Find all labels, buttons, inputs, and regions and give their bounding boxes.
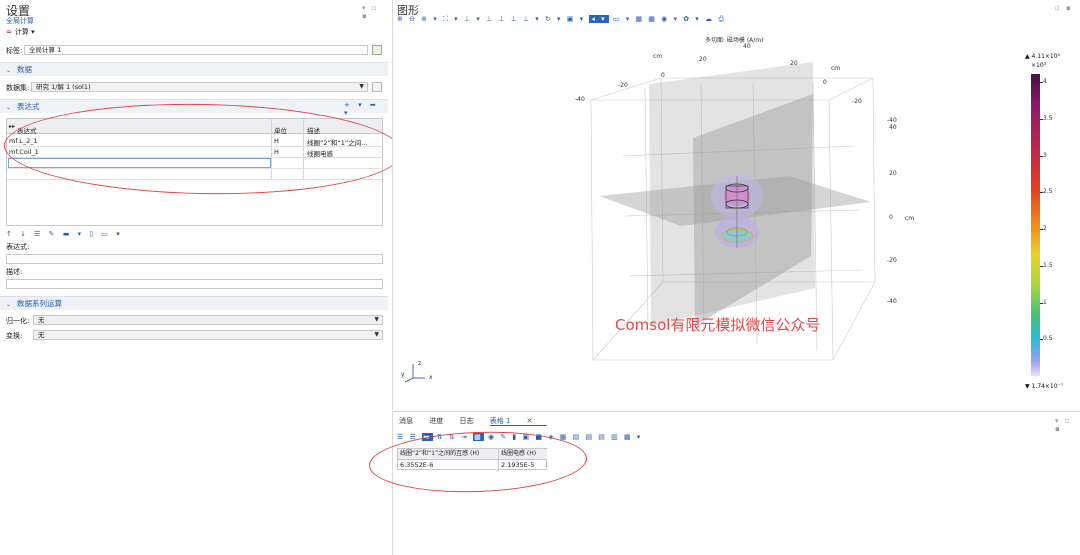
coil-field-visualization <box>711 174 763 248</box>
section-expressions-label: 表达式 <box>17 102 40 111</box>
y-tick: 20 <box>790 60 798 67</box>
colorbar-tick-mark <box>1040 302 1043 304</box>
colorbar-tick-mark <box>1040 339 1043 341</box>
colorbar-tick-label: 1 <box>1043 298 1047 306</box>
y-tick: -20 <box>852 98 862 105</box>
graphics-toolbar[interactable]: ⊕ ⊖ ⊕ ▾ ⛶ ▾ ⊥ ▾ ⊥ ⊥ ⊥ ⊥ ▾ ↻ ▾ ▣ ▾ ◂ ▾ ▭ … <box>397 15 726 24</box>
description-label: 描述: <box>6 268 23 276</box>
plot-title: 多切面: 磁场模 (A/m) <box>705 37 764 44</box>
section-data-series[interactable]: ⌄ 数据系列运算 <box>0 296 388 310</box>
sort-icon[interactable]: ▸▸ <box>9 123 15 130</box>
dataset-goto-button[interactable] <box>372 82 382 92</box>
x-tick: 0 <box>661 72 665 79</box>
compute-button[interactable]: = 计算 ▾ <box>6 27 35 37</box>
settings-subtitle: 全局计算 <box>6 17 34 25</box>
axis-unit-label: cm <box>905 215 915 222</box>
x-tick: 40 <box>743 43 751 50</box>
colorbar-tick-label: 4 <box>1043 78 1047 86</box>
tab-table-1[interactable]: 表格 1 ✕ <box>489 417 547 426</box>
colorbar-tick-label: 1.5 <box>1043 261 1053 269</box>
axis-unit-label: cm <box>653 53 663 60</box>
z-tick: 20 <box>889 170 897 177</box>
x-tick: -20 <box>618 82 628 89</box>
transform-select[interactable]: 无 ▼ <box>33 330 383 340</box>
expression-label: 表达式: <box>6 243 30 251</box>
tab-messages[interactable]: 消息 <box>399 417 413 425</box>
chevron-down-icon: ⌄ <box>6 67 12 74</box>
section-series-label: 数据系列运算 <box>17 299 63 308</box>
dataset-label: 数据集: <box>6 84 30 92</box>
graphics-panel: 图形 ▫ ▪ ⊕ ⊖ ⊕ ▾ ⛶ ▾ ⊥ ▾ ⊥ ⊥ ⊥ ⊥ ▾ ↻ ▾ ▣ ▾… <box>392 0 1080 410</box>
axis-unit-label: cm <box>831 65 841 72</box>
bottom-window-controls[interactable]: ▾ ▫ ▪ <box>1055 417 1080 433</box>
3d-plot-canvas[interactable] <box>393 26 1080 410</box>
y-tick: -40 <box>887 117 897 124</box>
chevron-down-icon: ▼ <box>374 316 379 323</box>
expression-add-tools[interactable]: + ▾ ➡ ▾ <box>344 101 388 117</box>
colorbar-tick-label: 0.5 <box>1043 335 1053 343</box>
label-field-label: 标签: <box>6 47 23 55</box>
colorbar-tick-mark <box>1040 118 1043 120</box>
description-input[interactable] <box>6 279 383 289</box>
z-tick: -40 <box>887 298 897 305</box>
chevron-down-icon: ⌄ <box>6 104 12 111</box>
section-data[interactable]: ⌄ 数据 <box>0 62 388 76</box>
normalize-value: 无 <box>38 316 45 324</box>
chevron-down-icon: ▼ <box>359 83 364 90</box>
colorbar-tick-label: 3 <box>1043 151 1047 159</box>
colorbar-tick-mark <box>1040 229 1043 231</box>
chevron-down-icon: ▼ <box>374 331 379 338</box>
dataset-value: 研究 1/解 1 (sol1) <box>36 83 91 91</box>
graphics-window-controls[interactable]: ▫ ▪ <box>1055 4 1073 12</box>
colorbar-min: ▼ 1.74×10⁻⁷ <box>1025 383 1064 390</box>
colorbar <box>1031 74 1040 376</box>
z-tick: 0 <box>889 214 893 221</box>
colorbar-max: ▲ 4.11×10³ <box>1025 53 1060 60</box>
section-data-label: 数据 <box>17 65 33 74</box>
label-reset-button[interactable] <box>372 45 382 55</box>
colorbar-tick-mark <box>1040 155 1043 157</box>
tab-log[interactable]: 日志 <box>459 417 473 425</box>
messages-panel: 消息 进度 日志 表格 1 ✕ ▾ ▫ ▪ ☰ ☰ ▬ ⇅ ⇅ ⇥ ▦ ◉ ✎ … <box>368 411 1080 555</box>
tab-table-1-label: 表格 1 <box>489 417 511 425</box>
x-tick: -40 <box>575 96 585 103</box>
colorbar-tick-mark <box>1040 192 1043 194</box>
compute-label: 计算 <box>14 28 29 36</box>
compute-icon: = <box>6 28 12 36</box>
axis-triad <box>404 364 425 383</box>
z-tick: 40 <box>889 124 897 131</box>
comsol-window: 设置 ▾ ▫ ▪ 全局计算 = 计算 ▾ 标签: 全局计算 1 ⌄ 数据 数据集: … <box>0 0 1080 555</box>
colorbar-tick-label: 2.5 <box>1043 188 1053 196</box>
normalize-label: 归一化: <box>6 317 30 325</box>
colorbar-tick-mark <box>1040 265 1043 267</box>
tab-progress[interactable]: 进度 <box>429 417 443 425</box>
dataset-select[interactable]: 研究 1/解 1 (sol1) ▼ <box>31 82 368 92</box>
colorbar-tick-label: 2 <box>1043 225 1047 233</box>
watermark: Comsol有限元模拟微信公众号 <box>615 316 821 334</box>
close-icon[interactable]: ✕ <box>527 417 533 425</box>
chevron-down-icon: ⌄ <box>6 301 12 308</box>
3d-plot-area[interactable]: 多切面: 磁场模 (A/m) cm cm cm -40 -20 0 20 40 … <box>393 26 1080 410</box>
label-input[interactable]: 全局计算 1 <box>24 45 368 55</box>
x-tick: 20 <box>699 56 707 63</box>
bottom-tabs: 消息 进度 日志 表格 1 ✕ <box>399 416 561 426</box>
expression-table-tools[interactable]: ↑ ↓ ☰ ✎ ▬ ▾ ▯ ▭ ▾ <box>6 230 123 238</box>
y-tick: 0 <box>823 79 827 86</box>
triad-z-label: z <box>418 360 422 367</box>
z-tick: -20 <box>887 257 897 264</box>
expression-input[interactable] <box>6 254 383 264</box>
triad-y-label: y <box>401 371 405 378</box>
transform-value: 无 <box>38 331 45 339</box>
colorbar-tick-label: 3.5 <box>1043 114 1053 122</box>
transform-label: 变换: <box>6 332 23 340</box>
colorbar-tick-mark <box>1040 82 1043 84</box>
colorbar-unit: ×10³ <box>1031 62 1047 69</box>
panel-window-controls[interactable]: ▾ ▫ ▪ <box>362 4 388 20</box>
triad-x-label: x <box>429 374 433 381</box>
normalize-select[interactable]: 无 ▼ <box>33 315 383 325</box>
settings-panel: 设置 ▾ ▫ ▪ 全局计算 = 计算 ▾ 标签: 全局计算 1 ⌄ 数据 数据集: … <box>0 0 403 555</box>
